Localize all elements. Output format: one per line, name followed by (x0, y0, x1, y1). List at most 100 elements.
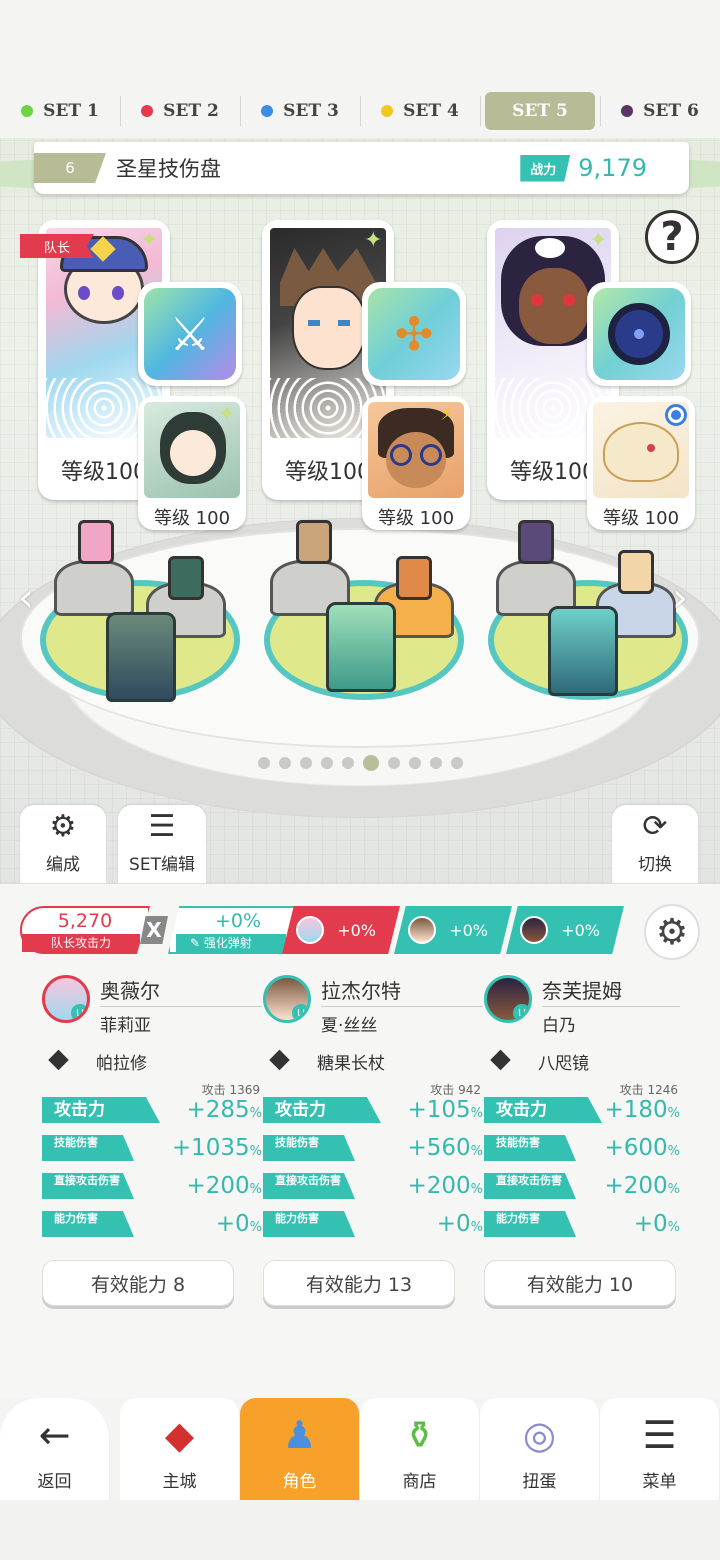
gacha-icon: ◎ (522, 1413, 557, 1457)
stat-direct-damage: 直接攻击伤害 +200% (42, 1169, 262, 1206)
weapon-sprite (106, 612, 176, 702)
axe-icon: ⚔ (144, 288, 236, 380)
set-tab-5[interactable]: SET 5 (480, 90, 600, 132)
stat-value: +560% (407, 1135, 483, 1161)
bonus-value: +0% (449, 920, 488, 940)
character-sprite (296, 520, 332, 564)
stat-ability-damage: 能力伤害 +0% (42, 1207, 262, 1244)
set-tab-2[interactable]: SET 2 (120, 90, 240, 132)
page-dot[interactable] (321, 757, 333, 769)
set-tab-label: SET 3 (283, 101, 339, 121)
boost-label: 强化弹射 (203, 936, 252, 950)
page-dot-active[interactable] (363, 755, 379, 771)
avatar: U (42, 975, 90, 1023)
weapon-card-3[interactable] (587, 282, 691, 386)
character-header[interactable]: U 奥薇尔 菲莉亚 (42, 975, 262, 1036)
nav-label: 商店 (402, 1472, 437, 1492)
power-value: 9,179 (578, 154, 647, 182)
sub-character-card-1[interactable]: ✦ 等级 100 (138, 396, 246, 530)
pixel-stand-1 (30, 520, 250, 710)
swap-icon: ⟳ (642, 809, 668, 844)
effective-abilities-button-3[interactable]: 有效能力 10 (484, 1260, 676, 1306)
sub-character-card-3[interactable]: 等级 100 (587, 396, 695, 530)
nav-main-city[interactable]: ◆ 主城 (120, 1398, 240, 1500)
unique-badge-icon: U (292, 1004, 308, 1020)
stat-attack: 攻击力 攻击 1246 +180% (484, 1083, 680, 1130)
settings-button[interactable]: ⚙ (644, 904, 700, 960)
stat-ability-damage: 能力伤害 +0% (263, 1207, 483, 1244)
page-dot[interactable] (279, 757, 291, 769)
set-tab-4[interactable]: SET 4 (360, 90, 480, 132)
set-tab-1[interactable]: SET 1 (0, 90, 120, 132)
switch-button[interactable]: ⟳ 切换 (612, 805, 698, 883)
page-dot[interactable] (409, 757, 421, 769)
stat-label: 能力伤害 (263, 1211, 355, 1237)
stat-value: +180% (604, 1097, 680, 1123)
character-header[interactable]: U 奈芙提姆 白乃 (484, 975, 680, 1036)
nav-label: 扭蛋 (522, 1472, 557, 1492)
effective-abilities-button-1[interactable]: 有效能力 8 (42, 1260, 234, 1306)
set-tab-label: SET 4 (403, 101, 459, 121)
weapon-card-1[interactable]: ⚔ (138, 282, 242, 386)
weapon-card-2[interactable]: ✣ (362, 282, 466, 386)
sub-character-card-2[interactable]: ⚡ 等级 100 (362, 396, 470, 530)
effective-abilities-button-2[interactable]: 有效能力 13 (263, 1260, 455, 1306)
set-edit-label: SET编辑 (129, 855, 195, 875)
sparkle-icon: ✦ (140, 228, 159, 253)
character-name: 拉杰尔特 (321, 975, 483, 1007)
page-dot[interactable] (342, 757, 354, 769)
weapon-name: 八咫镜 (538, 1053, 589, 1074)
attack-summary-bar: 5,270 队长攻击力 X +0% ✎ 强化弹射 +0% +0% +0% (20, 906, 650, 956)
nav-gacha[interactable]: ◎ 扭蛋 (480, 1398, 600, 1500)
stat-label: 技能伤害 (484, 1135, 576, 1161)
page-dot[interactable] (430, 757, 442, 769)
page-dot[interactable] (300, 757, 312, 769)
stat-value: +200% (604, 1173, 680, 1199)
stat-value: +200% (407, 1173, 483, 1199)
deck-name: 圣星技伤盘 (116, 157, 221, 181)
nav-label: 主城 (162, 1472, 197, 1492)
stat-direct-damage: 直接攻击伤害 +200% (263, 1169, 483, 1206)
bottom-navigation: ← 返回 ◆ 主城 ♟ 角色 ⚱ 商店 ◎ 扭蛋 ☰ 菜单 (0, 1398, 720, 1500)
system-bar-area (0, 1500, 720, 1560)
character-header[interactable]: U 拉杰尔特 夏·丝丝 (263, 975, 483, 1036)
set-color-dot (381, 105, 394, 117)
set-tab-label: SET 6 (643, 101, 699, 121)
nav-back[interactable]: ← 返回 (0, 1398, 110, 1500)
nav-menu[interactable]: ☰ 菜单 (600, 1398, 720, 1500)
weapon-sprite (548, 606, 618, 696)
selected-indicator-icon (665, 404, 687, 426)
formation-icon: ⚙ (49, 809, 77, 844)
page-dot[interactable] (388, 757, 400, 769)
base-attack: 攻击 942 (430, 1083, 481, 1097)
character-name: 奥薇尔 (100, 975, 262, 1007)
base-attack: 攻击 1246 (619, 1083, 678, 1097)
stat-attack: 攻击力 攻击 942 +105% (263, 1083, 483, 1130)
set-tab-3[interactable]: SET 3 (240, 90, 360, 132)
weapon-sprite (326, 602, 396, 692)
mini-avatar-nephtim (520, 916, 548, 944)
formation-button[interactable]: ⚙ 编成 (20, 805, 106, 883)
weapon-icon: ⬥ (48, 1041, 69, 1076)
page-dot[interactable] (451, 757, 463, 769)
team-power: 战力 9,179 (520, 154, 647, 182)
next-team-arrow[interactable]: › (672, 575, 688, 621)
deck-number: 6 (34, 153, 106, 183)
stat-label: 攻击力 (263, 1097, 381, 1123)
set-edit-button[interactable]: ☰ SET编辑 (118, 805, 206, 883)
previous-team-arrow[interactable]: ‹ (18, 575, 34, 621)
set-tab-6[interactable]: SET 6 (600, 90, 720, 132)
character-column-2: U 拉杰尔特 夏·丝丝 ⬥ 糖果长杖 攻击力 攻击 942 +105% 技能伤害… (263, 975, 483, 1244)
weapon-row: ⬥ 糖果长杖 (263, 1041, 483, 1081)
nav-label: 返回 (37, 1472, 72, 1492)
bonus-value: +0% (561, 920, 600, 940)
nav-character[interactable]: ♟ 角色 (240, 1398, 360, 1500)
deck-title-bar[interactable]: 6 圣星技伤盘 战力 9,179 (34, 142, 689, 194)
staff-icon: ✣ (368, 288, 460, 380)
weapon-name: 糖果长杖 (317, 1053, 385, 1074)
team-slot-1: 等级100 队长 ✦ ⚔ ✦ 等级 100 (20, 220, 268, 530)
list-icon: ☰ (148, 809, 176, 844)
page-dot[interactable] (258, 757, 270, 769)
nav-shop[interactable]: ⚱ 商店 (360, 1398, 480, 1500)
stat-ability-damage: 能力伤害 +0% (484, 1207, 680, 1244)
